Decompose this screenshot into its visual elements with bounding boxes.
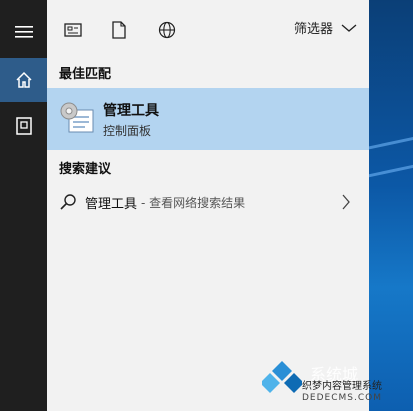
notebook-button[interactable] (0, 104, 47, 148)
watermark: 系统城 织梦内容管理系统 DEDECMS.COM (262, 355, 412, 411)
document-icon (112, 21, 126, 39)
watermark-url: DEDECMS.COM (302, 393, 382, 403)
web-filter-button[interactable] (157, 20, 177, 40)
best-match-result[interactable]: 管理工具 控制面板 (47, 88, 369, 150)
suggestion-query: 管理工具 (85, 196, 138, 212)
best-match-title: 管理工具 (103, 103, 159, 119)
chevron-down-icon (341, 24, 357, 32)
hamburger-menu-icon (14, 26, 33, 38)
desktop-light-beam (369, 163, 413, 180)
filter-label: 筛选器 (293, 22, 333, 37)
documents-filter-button[interactable] (109, 20, 129, 40)
search-icon (60, 194, 76, 210)
apps-filter-button[interactable] (63, 20, 83, 40)
filter-dropdown[interactable]: 筛选器 (294, 18, 357, 37)
watermark-subtext: 织梦内容管理系统 (302, 381, 382, 392)
web-icon (158, 21, 176, 39)
best-match-heading: 最佳匹配 (59, 67, 112, 82)
home-icon (15, 71, 32, 88)
desktop-background (369, 0, 413, 411)
apps-icon (64, 23, 82, 37)
watermark-logo-icon (262, 361, 302, 393)
suggestion-hint: - 查看网络搜索结果 (141, 195, 246, 210)
chevron-right-icon[interactable] (341, 194, 351, 210)
start-rail (0, 0, 47, 411)
best-match-subtitle: 控制面板 (103, 124, 152, 138)
search-panel: 筛选器 最佳匹配 管理工具 控制面板 搜索建议 管理工具 - 查看网络搜索结果 (47, 0, 369, 411)
suggestion-item[interactable]: 管理工具 - 查看网络搜索结果 (47, 186, 369, 218)
desktop-light-beam (369, 131, 413, 152)
menu-button[interactable] (0, 10, 47, 54)
suggestions-heading: 搜索建议 (59, 162, 112, 177)
home-button[interactable] (0, 58, 47, 102)
admin-tools-icon (59, 100, 95, 136)
search-toolbar: 筛选器 (47, 0, 369, 58)
notebook-icon (15, 117, 32, 135)
